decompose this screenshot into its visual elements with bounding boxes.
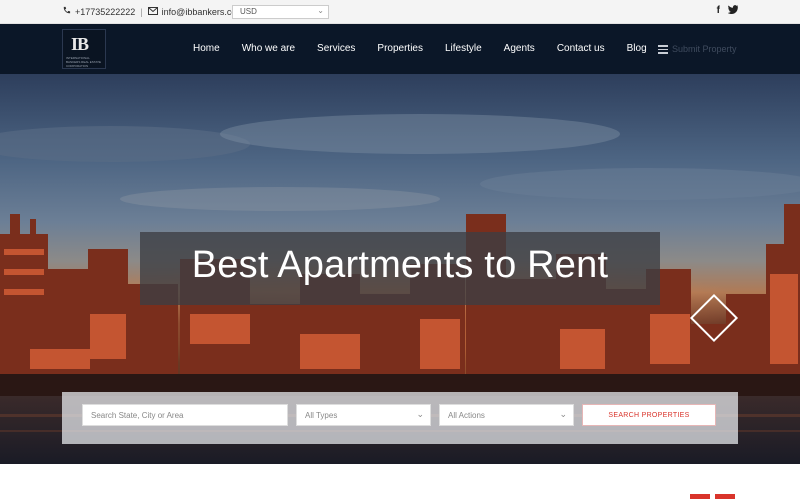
location-placeholder: Search State, City or Area [91,411,184,420]
indicator-bar [690,494,710,499]
nav-properties[interactable]: Properties [377,43,423,54]
currency-value: USD [240,7,257,16]
main-header: IB INTERNATIONAL BANKERS REAL ESTATE COR… [0,24,800,74]
menu-icon [658,43,668,56]
search-properties-button[interactable]: SEARCH PROPERTIES [582,404,716,426]
logo-tagline: INTERNATIONAL BANKERS REAL ESTATE CORPOR… [66,56,101,68]
email-icon [147,6,158,17]
contact-info: +17735222222 | info@ibbankers.com [62,6,244,17]
submit-property-label: Submit Property [672,44,737,55]
phone-icon [62,6,71,17]
action-select[interactable]: All Actions ⌄ [439,404,574,426]
nav-who-we-are[interactable]: Who we are [242,43,295,54]
headline-box: Best Apartments to Rent [140,232,660,305]
nav-home[interactable]: Home [193,43,220,54]
hero-headline: Best Apartments to Rent [191,244,609,286]
currency-select[interactable]: USD ⌄ [232,5,329,19]
site-logo[interactable]: IB INTERNATIONAL BANKERS REAL ESTATE COR… [62,29,106,69]
top-bar: +17735222222 | info@ibbankers.com USD ⌄ … [0,0,800,24]
submit-property-button[interactable]: Submit Property [658,43,737,56]
phone-number[interactable]: +17735222222 [75,7,135,17]
nav-services[interactable]: Services [317,43,355,54]
logo-mark: IB [71,34,89,54]
nav-contact-us[interactable]: Contact us [557,43,605,54]
type-select-value: All Types [305,411,338,420]
indicator-bar [715,494,735,499]
nav-blog[interactable]: Blog [627,43,647,54]
chevron-down-icon: ⌄ [416,409,424,419]
hero-banner: Best Apartments to Rent Search State, Ci… [0,74,800,464]
action-select-value: All Actions [448,411,485,420]
facebook-icon[interactable]: f [717,5,720,17]
section-indicator [690,494,735,499]
type-select[interactable]: All Types ⌄ [296,404,431,426]
main-nav: Home Who we are Services Properties Life… [193,43,647,54]
location-search-input[interactable]: Search State, City or Area [82,404,288,426]
chevron-down-icon: ⌄ [559,409,567,419]
twitter-icon[interactable] [727,5,739,17]
contact-separator: | [140,6,143,17]
social-links: f [717,5,739,17]
nav-agents[interactable]: Agents [504,43,535,54]
property-search-panel: Search State, City or Area All Types ⌄ A… [62,392,738,444]
nav-lifestyle[interactable]: Lifestyle [445,43,482,54]
chevron-down-icon: ⌄ [317,6,324,15]
